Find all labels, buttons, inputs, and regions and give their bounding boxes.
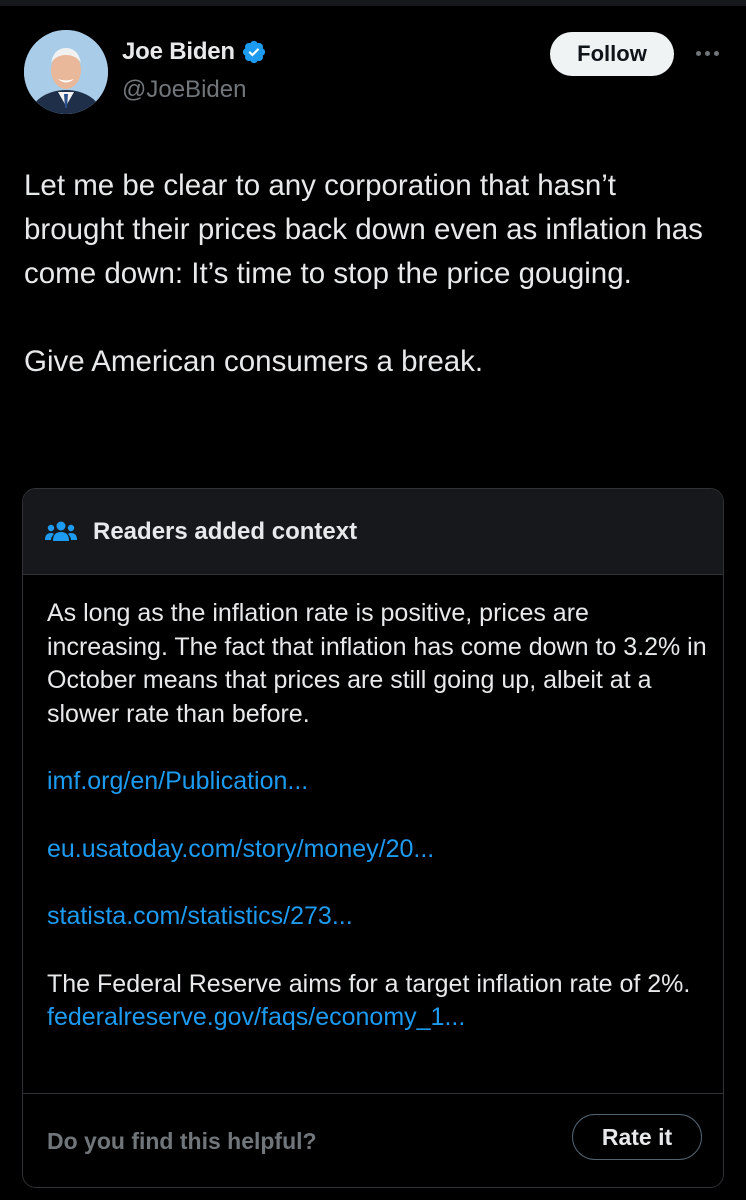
follow-button[interactable]: Follow	[550, 32, 674, 76]
source-link-usatoday[interactable]: eu.usatoday.com/story/money/20...	[47, 833, 699, 867]
note-footer: Do you find this helpful? Rate it	[23, 1093, 723, 1187]
note-paragraph-fed: The Federal Reserve aims for a target in…	[47, 969, 691, 998]
helpful-question: Do you find this helpful?	[47, 1128, 317, 1154]
rate-it-button[interactable]: Rate it	[572, 1114, 702, 1160]
avatar[interactable]	[24, 30, 108, 114]
note-body: As long as the inflation rate is positiv…	[23, 575, 723, 1035]
display-name[interactable]: Joe Biden	[122, 38, 235, 66]
source-link-imf[interactable]: imf.org/en/Publication...	[47, 765, 699, 799]
tweet-text: Let me be clear to any corporation that …	[24, 169, 703, 378]
community-note: Readers added context As long as the inf…	[22, 488, 724, 1188]
source-link-federalreserve[interactable]: federalreserve.gov/faqs/economy_1...	[47, 1001, 699, 1035]
note-paragraph: As long as the inflation rate is positiv…	[47, 599, 707, 728]
tweet-header: Joe Biden @JoeBiden Follow	[0, 0, 746, 130]
verified-badge-icon	[242, 40, 266, 64]
more-options-icon[interactable]	[690, 38, 724, 68]
source-link-statista[interactable]: statista.com/statistics/273...	[47, 900, 699, 934]
avatar-image	[24, 30, 108, 114]
people-icon	[45, 521, 77, 541]
handle[interactable]: @JoeBiden	[122, 76, 246, 104]
name-row: Joe Biden	[122, 38, 267, 66]
note-header: Readers added context	[23, 489, 723, 575]
note-title: Readers added context	[93, 517, 358, 545]
